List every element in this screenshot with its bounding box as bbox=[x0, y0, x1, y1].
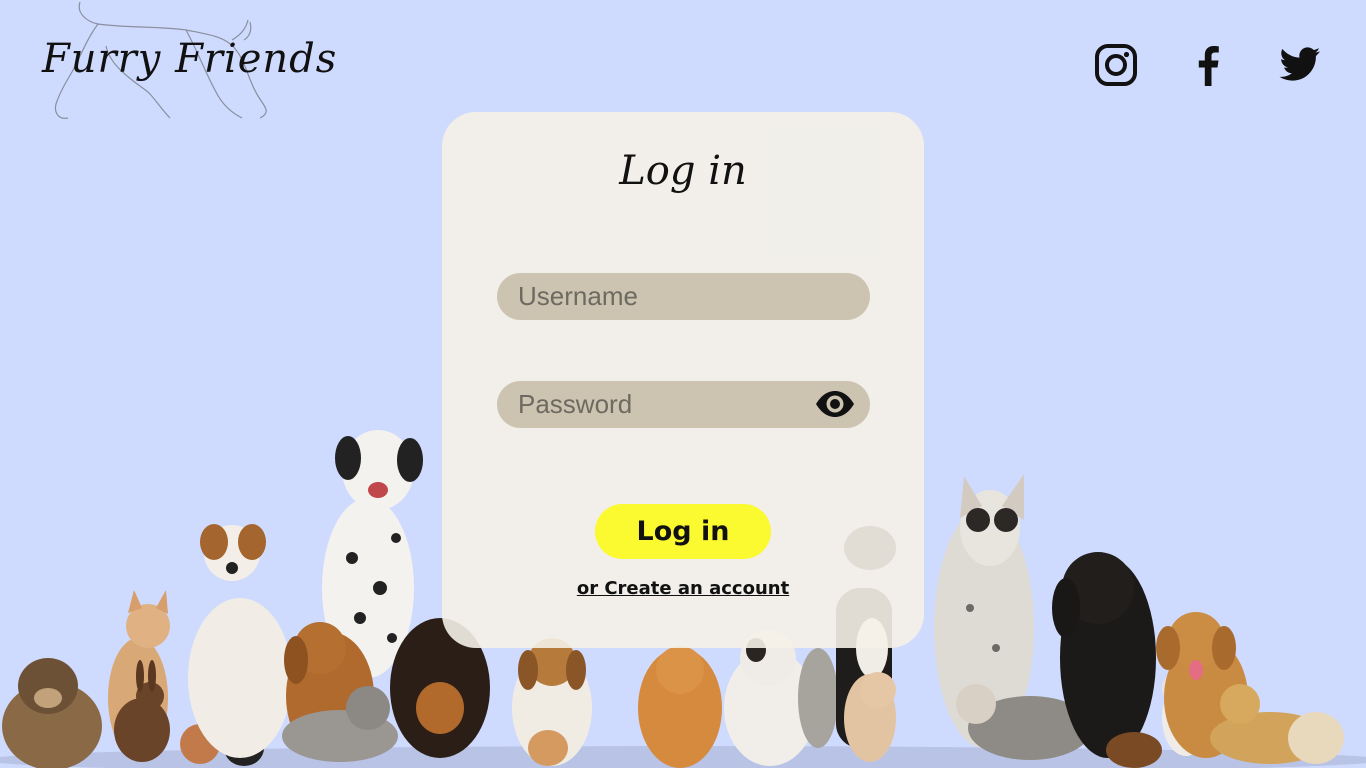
orange-fluffy-cat bbox=[638, 646, 722, 768]
brand-logo[interactable]: Furry Friends bbox=[36, 0, 336, 125]
login-title: Log in bbox=[619, 148, 747, 194]
silver-tabby-cat bbox=[798, 648, 838, 748]
login-page: Furry Friends Log in Username Log in or … bbox=[0, 0, 1366, 768]
jack-russell-dog bbox=[188, 524, 292, 758]
eye-icon[interactable] bbox=[815, 389, 855, 419]
small-rabbit bbox=[528, 730, 568, 766]
create-account-link[interactable]: or Create an account bbox=[442, 578, 924, 599]
social-links bbox=[1094, 42, 1322, 88]
facebook-icon[interactable] bbox=[1186, 42, 1230, 88]
twitter-icon[interactable] bbox=[1278, 42, 1322, 88]
login-button[interactable]: Log in bbox=[595, 504, 771, 559]
yorkie-dog bbox=[2, 658, 102, 768]
brown-guinea-pig bbox=[1106, 732, 1162, 768]
username-input[interactable] bbox=[497, 273, 870, 320]
instagram-icon[interactable] bbox=[1094, 42, 1138, 88]
password-field[interactable] bbox=[497, 381, 870, 428]
brand-name: Furry Friends bbox=[42, 36, 338, 82]
username-field[interactable] bbox=[497, 273, 870, 320]
chihuahua-dog bbox=[1210, 684, 1344, 764]
